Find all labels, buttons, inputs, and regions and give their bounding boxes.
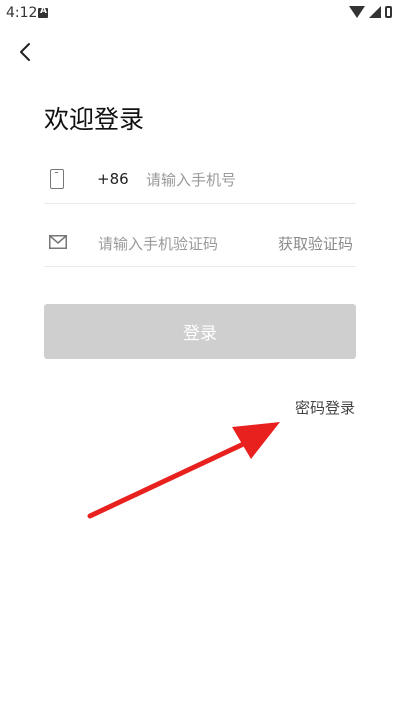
- verification-code-input[interactable]: [96, 230, 270, 258]
- phone-field-row: +86: [44, 157, 356, 204]
- chevron-left-icon: [20, 43, 30, 61]
- status-time: 4:12: [6, 5, 38, 21]
- status-icons: [349, 6, 392, 18]
- country-code[interactable]: +86: [97, 170, 129, 188]
- phone-icon: [50, 169, 64, 189]
- battery-icon: [385, 6, 392, 18]
- password-login-link[interactable]: 密码登录: [295, 397, 355, 418]
- signal-icon: [369, 6, 381, 18]
- login-button[interactable]: 登录: [44, 304, 356, 359]
- code-field-row: 获取验证码: [44, 220, 356, 267]
- mail-icon: [49, 235, 67, 249]
- status-bar: 4:12: [0, 0, 400, 28]
- phone-input[interactable]: [144, 166, 348, 194]
- page-title: 欢迎登录: [44, 105, 145, 134]
- notification-a-icon: [38, 6, 48, 18]
- get-code-button[interactable]: 获取验证码: [278, 233, 353, 254]
- wifi-icon: [349, 6, 365, 18]
- back-button[interactable]: [14, 38, 38, 66]
